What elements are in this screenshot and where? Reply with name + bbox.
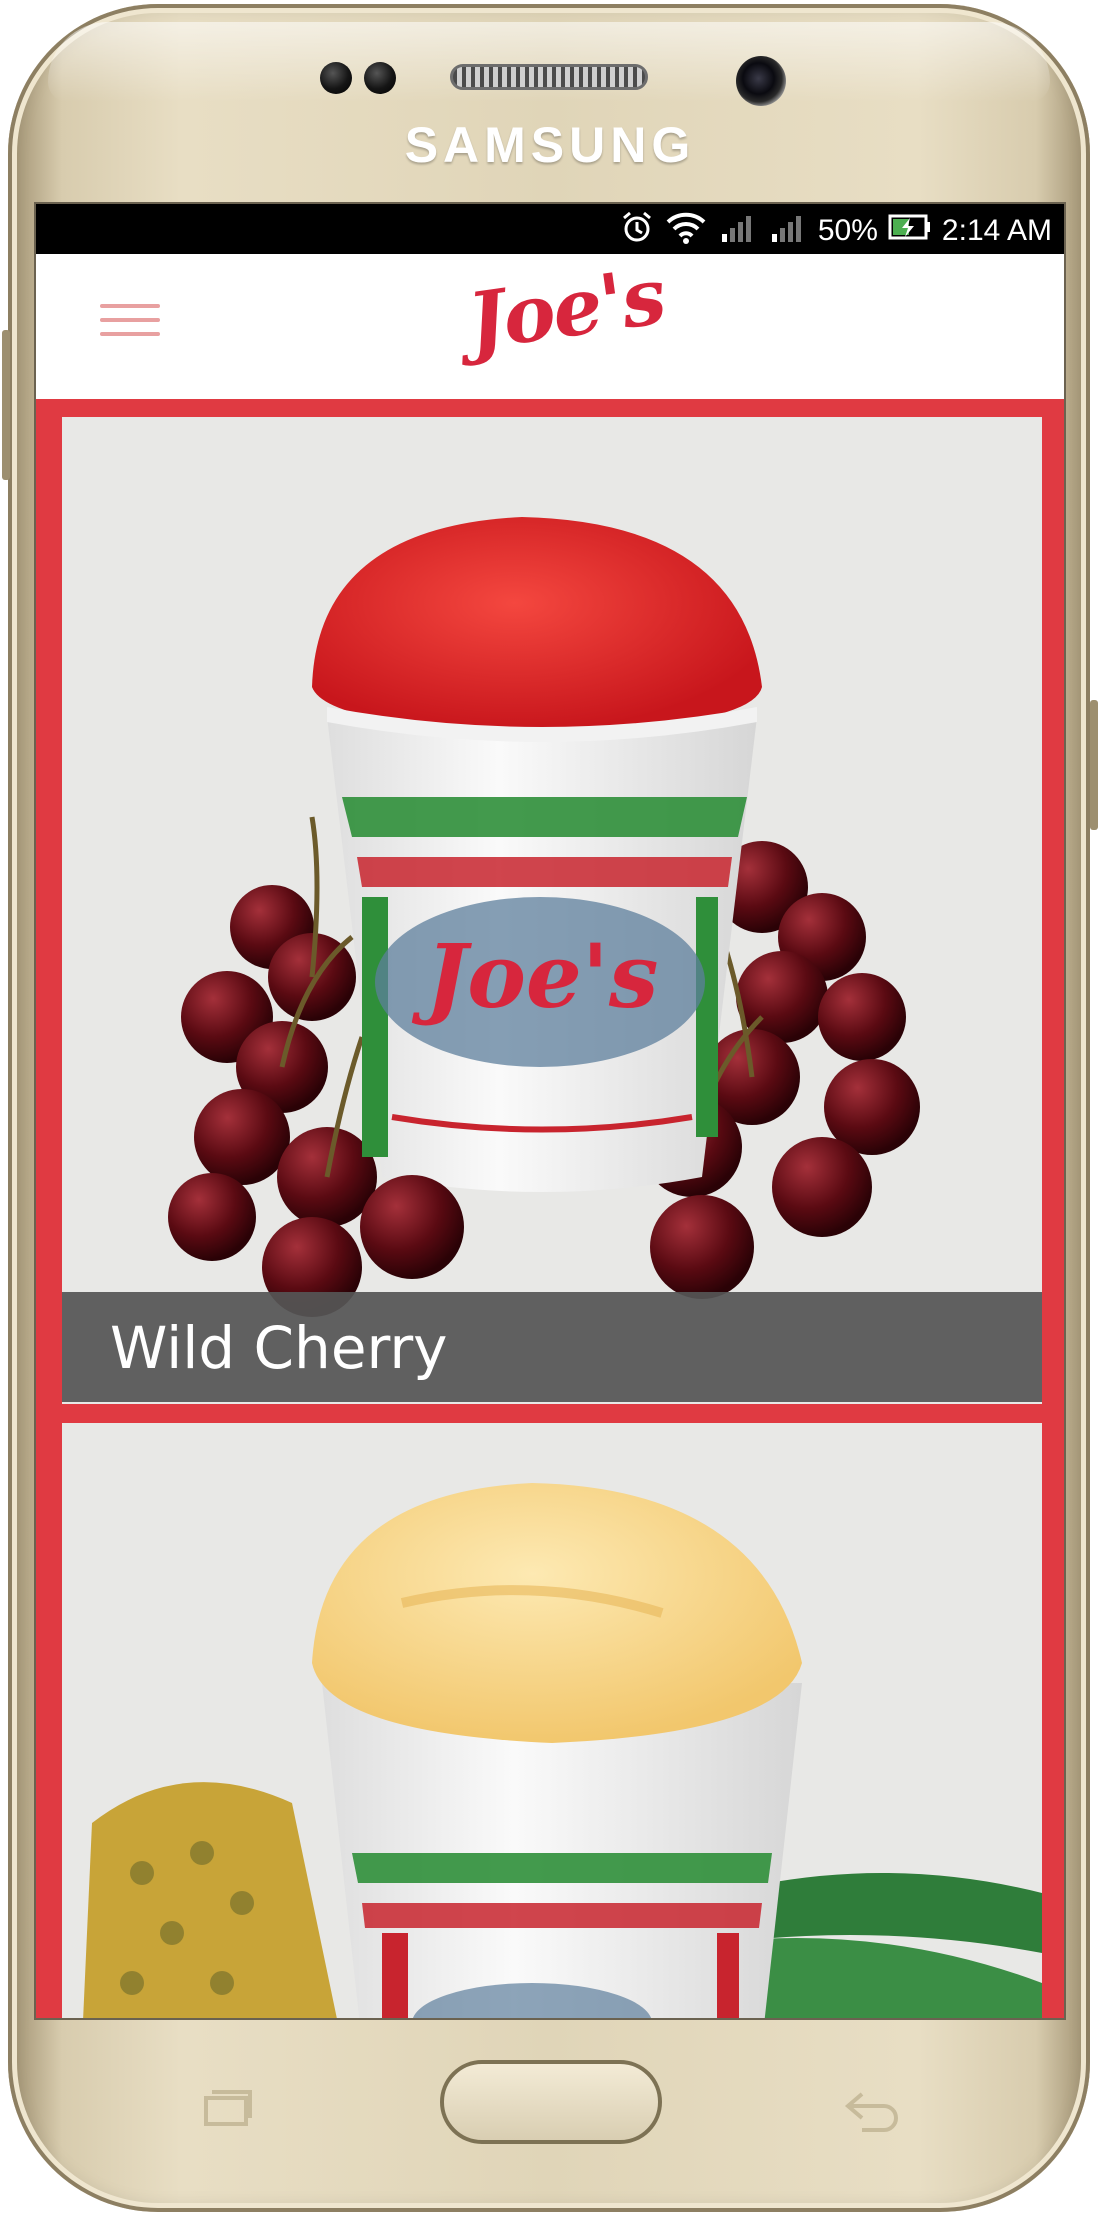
product-caption: Wild Cherry — [62, 1292, 1042, 1402]
clock-time: 2:14 AM — [941, 214, 1052, 247]
status-bar: 50% 2:14 AM — [36, 204, 1064, 254]
wifi-icon — [664, 210, 708, 252]
back-button[interactable] — [842, 2088, 902, 2132]
logo-text: Joe's — [462, 250, 670, 369]
alarm-icon — [620, 210, 654, 252]
app-logo: Joe's — [456, 251, 676, 385]
product-list: Joe's Wild Cherry — [36, 399, 1064, 2018]
sensor-dot — [364, 62, 396, 94]
wild-cherry-image: Joe's — [62, 417, 1042, 1404]
phone-screen: 50% 2:14 AM Joe's Joe's Wild Cherry — [34, 202, 1066, 2020]
signal-icon-1 — [718, 210, 758, 252]
battery-charging-icon — [888, 212, 932, 250]
power-button[interactable] — [1090, 700, 1098, 830]
app-header: Joe's — [36, 251, 1064, 399]
product-name: Wild Cherry — [110, 1314, 448, 1382]
product-card-wild-cherry[interactable]: Joe's Wild Cherry — [62, 417, 1042, 1404]
volume-button[interactable] — [2, 330, 10, 480]
pineapple-ice-image — [62, 1423, 1042, 2018]
svg-text:Joe's: Joe's — [412, 924, 659, 1028]
device-brand: SAMSUNG — [404, 117, 696, 173]
menu-icon[interactable] — [100, 298, 160, 344]
home-button[interactable] — [440, 2060, 662, 2144]
battery-percent: 50% — [817, 214, 878, 247]
earpiece-speaker — [450, 64, 648, 90]
recent-apps-button[interactable] — [200, 2088, 256, 2128]
front-camera — [736, 56, 786, 106]
status-icons: 50% 2:14 AM — [620, 210, 1052, 252]
phone-shine — [48, 22, 1050, 102]
product-card-pineapple[interactable] — [62, 1423, 1042, 2018]
signal-icon-2 — [768, 210, 808, 252]
sensor-dot — [320, 62, 352, 94]
